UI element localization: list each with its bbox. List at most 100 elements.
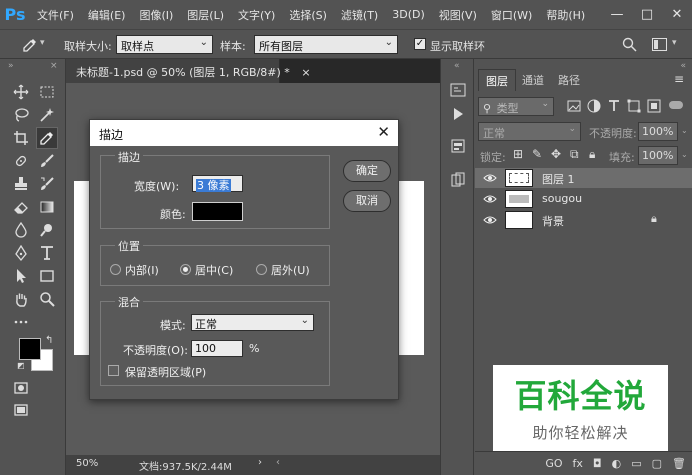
position-inside-radio[interactable]: [110, 264, 121, 275]
position-inside-label[interactable]: 内部(I): [125, 262, 159, 278]
link-layers-icon[interactable]: GO: [545, 457, 562, 470]
swap-colors-icon[interactable]: ↰: [45, 335, 53, 346]
tab-channels[interactable]: 通道: [515, 69, 551, 91]
dodge-tool-icon[interactable]: [36, 219, 58, 241]
pen-tool-icon[interactable]: [10, 242, 32, 264]
hand-tool-icon[interactable]: [10, 288, 32, 310]
preserve-transparency-checkbox[interactable]: [108, 365, 119, 376]
path-selection-tool-icon[interactable]: [10, 265, 32, 287]
menu-type[interactable]: 文字(Y): [231, 7, 282, 23]
menu-edit[interactable]: 编辑(E): [81, 7, 133, 23]
scroll-left-icon[interactable]: ‹: [276, 457, 280, 468]
fill-input[interactable]: 100%: [638, 146, 678, 165]
filter-shape-icon[interactable]: [623, 95, 645, 117]
position-center-label[interactable]: 居中(C): [195, 262, 233, 278]
sample-size-select[interactable]: 取样点 ⌄: [116, 35, 213, 54]
menu-layer[interactable]: 图层(L): [180, 7, 231, 23]
actions-panel-icon[interactable]: [447, 103, 469, 125]
filter-smart-object-icon[interactable]: [643, 95, 665, 117]
document-tab[interactable]: 未标题-1.psd @ 50% (图层 1, RGB/8#) * ×: [66, 59, 311, 83]
crop-tool-icon[interactable]: [10, 127, 32, 149]
preserve-transparency-label[interactable]: 保留透明区域(P): [125, 364, 206, 380]
menu-3d[interactable]: 3D(D): [385, 8, 432, 21]
layer-row[interactable]: 图层 1: [475, 168, 692, 188]
workspace-icon[interactable]: [652, 38, 667, 51]
history-panel-icon[interactable]: [447, 79, 469, 101]
layer-row[interactable]: sougou: [475, 189, 692, 209]
opacity-input[interactable]: 100%: [638, 122, 678, 141]
libraries-panel-icon[interactable]: [447, 169, 469, 191]
screen-mode-icon[interactable]: [10, 399, 32, 421]
blend-opacity-input[interactable]: 100: [191, 340, 243, 357]
tab-paths[interactable]: 路径: [551, 69, 587, 91]
lock-image-icon[interactable]: ✎: [532, 147, 542, 161]
layer-style-icon[interactable]: fx: [573, 457, 583, 470]
eyedropper-tool-icon[interactable]: [36, 127, 58, 149]
brush-tool-icon[interactable]: [36, 150, 58, 172]
more-tools-icon[interactable]: [10, 311, 32, 333]
width-input[interactable]: 3 像素: [192, 175, 243, 192]
tab-layers[interactable]: 图层: [478, 69, 516, 91]
cancel-button[interactable]: 取消: [343, 190, 391, 212]
mode-select[interactable]: 正常 ⌄: [191, 314, 314, 331]
zoom-level[interactable]: 50%: [76, 458, 98, 469]
status-menu-chevron-icon[interactable]: ›: [258, 457, 262, 468]
menu-help[interactable]: 帮助(H): [539, 7, 592, 23]
eraser-tool-icon[interactable]: [10, 196, 32, 218]
menu-window[interactable]: 窗口(W): [484, 7, 539, 23]
rectangle-tool-icon[interactable]: [36, 265, 58, 287]
menu-view[interactable]: 视图(V): [432, 7, 484, 23]
close-window-button[interactable]: ✕: [662, 7, 692, 22]
zoom-tool-icon[interactable]: [36, 288, 58, 310]
document-tab-close-icon[interactable]: ×: [301, 66, 310, 79]
position-outside-radio[interactable]: [256, 264, 267, 275]
properties-panel-icon[interactable]: [447, 135, 469, 157]
magic-wand-tool-icon[interactable]: [36, 104, 58, 126]
sample-select[interactable]: 所有图层 ⌄: [254, 35, 398, 54]
visibility-eye-icon[interactable]: [483, 213, 497, 227]
lock-position-icon[interactable]: ✥: [551, 147, 561, 161]
lock-transparent-icon[interactable]: ⊞: [513, 147, 523, 161]
fill-chevron-icon[interactable]: ⌄: [681, 150, 688, 159]
lock-artboard-icon[interactable]: ⧉: [570, 147, 579, 162]
toolbox-collapse-icon[interactable]: »: [8, 61, 14, 71]
healing-brush-tool-icon[interactable]: [10, 150, 32, 172]
search-icon[interactable]: [622, 37, 637, 52]
opacity-chevron-icon[interactable]: ⌄: [681, 126, 688, 135]
menu-image[interactable]: 图像(I): [132, 7, 180, 23]
toolbox-close-icon[interactable]: ×: [50, 61, 58, 71]
stroke-color-swatch[interactable]: [192, 202, 243, 221]
dialog-titlebar[interactable]: 描边 ✕: [90, 120, 398, 146]
clone-stamp-tool-icon[interactable]: [10, 173, 32, 195]
marquee-tool-icon[interactable]: [36, 81, 58, 103]
adjustment-layer-icon[interactable]: ◐: [612, 457, 622, 470]
minimize-button[interactable]: —: [602, 7, 632, 22]
layer-filter-select[interactable]: ⚲ 类型 ⌄: [478, 97, 554, 116]
filter-type-icon[interactable]: [603, 95, 625, 117]
menu-select[interactable]: 选择(S): [282, 7, 334, 23]
menu-file[interactable]: 文件(F): [30, 7, 81, 23]
blend-mode-select[interactable]: 正常 ⌄: [478, 122, 581, 141]
default-colors-icon[interactable]: ◩: [17, 361, 25, 370]
position-outside-label[interactable]: 居外(U): [271, 262, 310, 278]
new-layer-icon[interactable]: ▢: [652, 457, 662, 470]
add-mask-icon[interactable]: ◘: [593, 457, 602, 470]
move-tool-icon[interactable]: [10, 81, 32, 103]
history-brush-tool-icon[interactable]: [36, 173, 58, 195]
dialog-close-icon[interactable]: ✕: [377, 123, 390, 141]
filter-toggle[interactable]: [669, 101, 683, 109]
panel-collapse-icon[interactable]: «: [680, 61, 686, 71]
strip-expand-icon[interactable]: «: [454, 61, 460, 71]
show-sampling-ring-checkbox[interactable]: ✓: [414, 38, 426, 50]
tool-preset-chevron-icon[interactable]: ▾: [40, 38, 45, 48]
workspace-chevron-icon[interactable]: ▾: [672, 38, 677, 48]
lasso-tool-icon[interactable]: [10, 104, 32, 126]
position-center-radio[interactable]: [180, 264, 191, 275]
type-tool-icon[interactable]: [36, 242, 58, 264]
quick-mask-icon[interactable]: [10, 377, 32, 399]
visibility-eye-icon[interactable]: [483, 192, 497, 206]
delete-layer-icon[interactable]: 🗑: [672, 457, 686, 470]
filter-pixel-icon[interactable]: [563, 95, 585, 117]
ok-button[interactable]: 确定: [343, 160, 391, 182]
panel-menu-icon[interactable]: ≡: [674, 72, 684, 86]
